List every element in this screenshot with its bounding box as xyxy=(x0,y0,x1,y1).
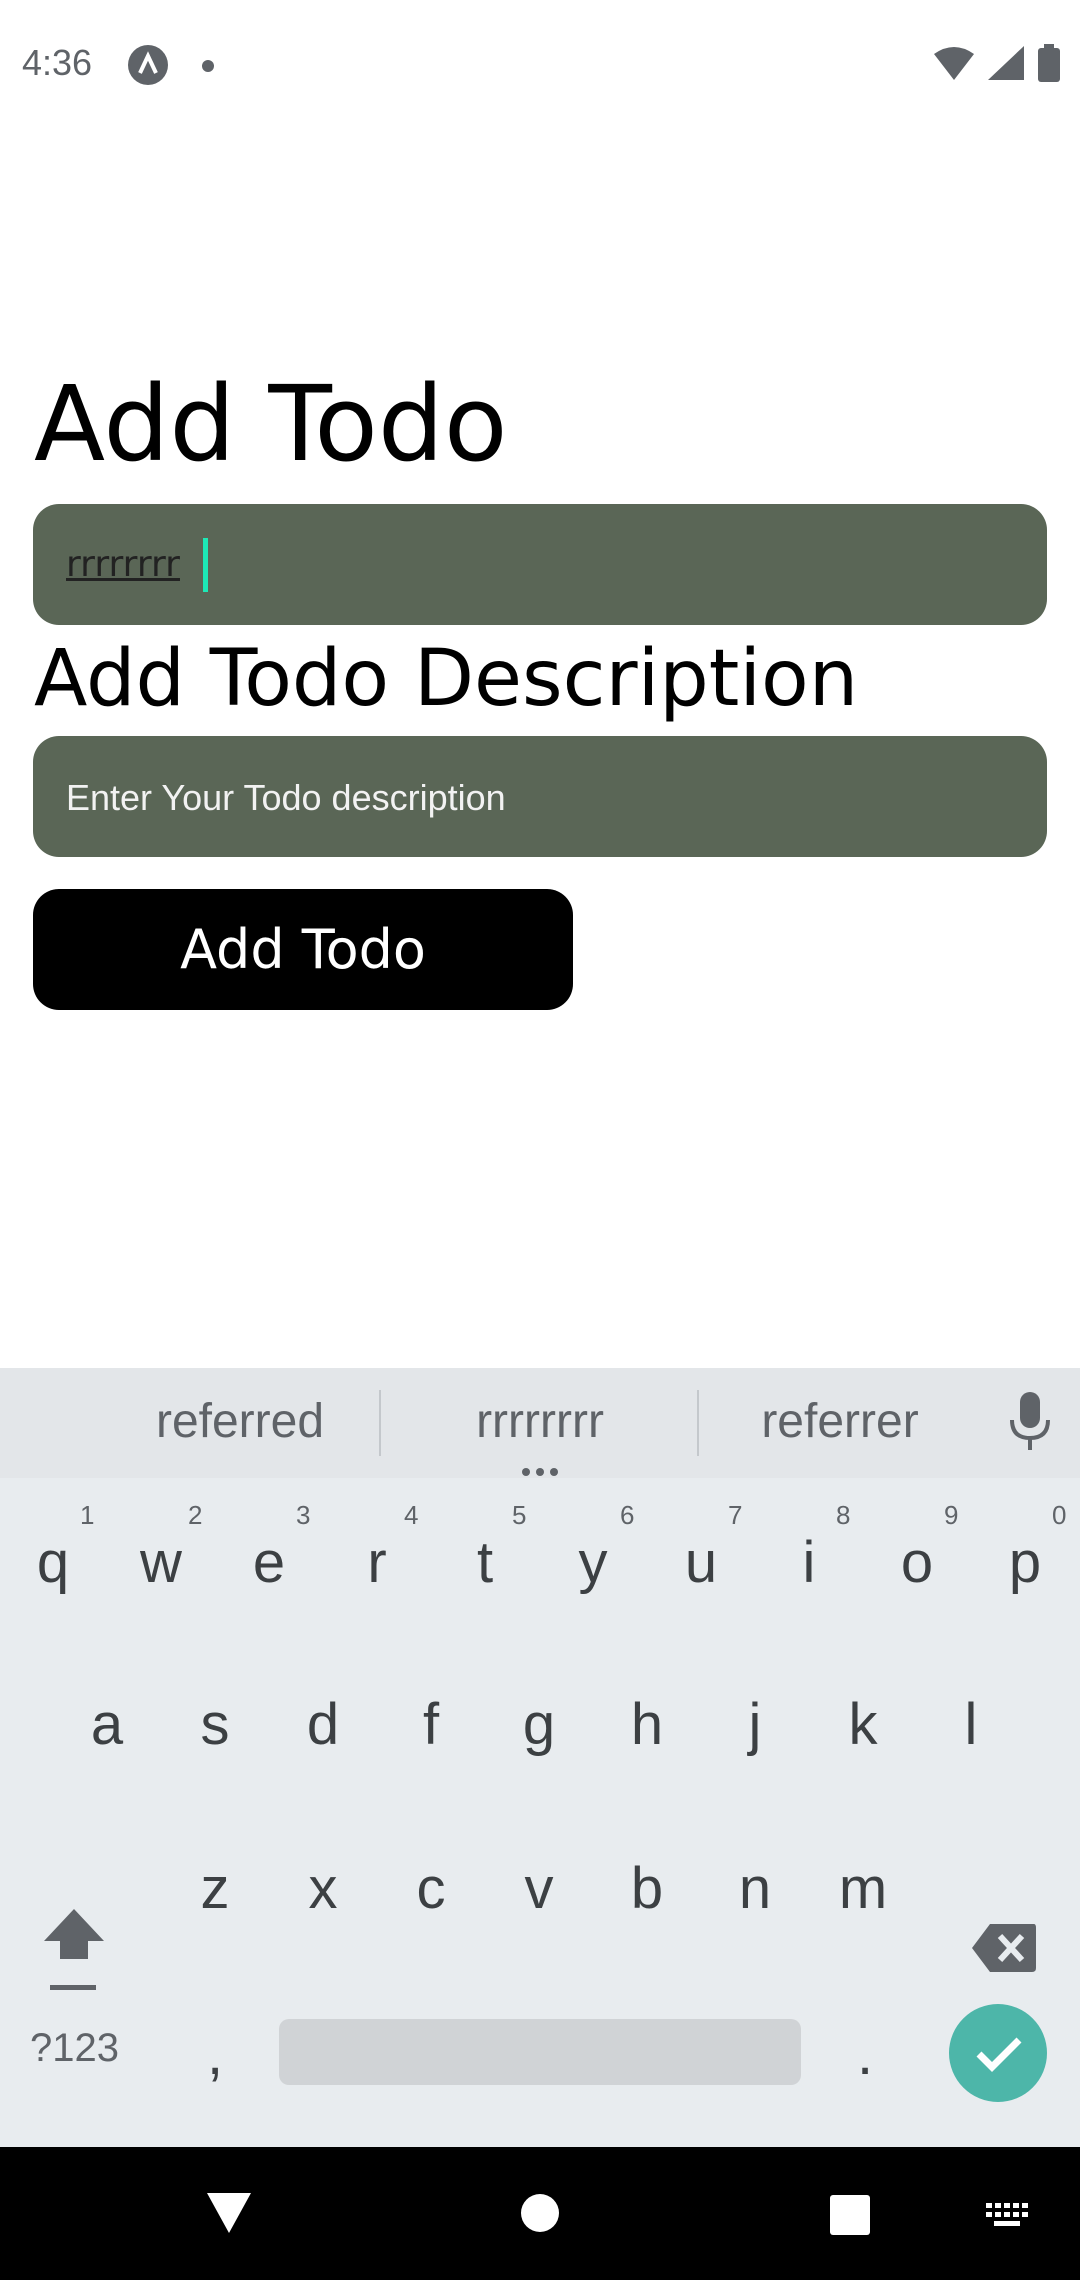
key-j[interactable]: j xyxy=(705,1664,805,1784)
enter-key[interactable] xyxy=(949,2004,1047,2102)
keyboard-switch-icon[interactable] xyxy=(986,2203,1028,2233)
key-hint-t: 5 xyxy=(512,1500,527,1530)
comma-key[interactable]: , xyxy=(165,1994,265,2114)
key-n[interactable]: n xyxy=(705,1828,805,1948)
key-k[interactable]: k xyxy=(813,1664,913,1784)
key-hint-q: 1 xyxy=(80,1500,95,1530)
todo-description-input[interactable]: Enter Your Todo description xyxy=(33,736,1047,857)
key-x[interactable]: x xyxy=(273,1828,373,1948)
key-h[interactable]: h xyxy=(597,1664,697,1784)
soft-keyboard: referred rrrrrrrr referrer ?123 , . q1w2… xyxy=(0,1368,1080,2147)
key-m[interactable]: m xyxy=(813,1828,913,1948)
description-label: Add Todo Description xyxy=(34,634,859,724)
key-hint-i: 8 xyxy=(836,1500,851,1530)
key-a[interactable]: a xyxy=(57,1664,157,1784)
key-g[interactable]: g xyxy=(489,1664,589,1784)
status-bar: 4:36 xyxy=(0,0,1080,135)
key-hint-y: 6 xyxy=(620,1500,635,1530)
space-key[interactable] xyxy=(279,2019,801,2085)
wifi-icon xyxy=(934,46,974,84)
shift-key[interactable] xyxy=(24,1888,124,2008)
back-icon[interactable] xyxy=(205,2191,253,2239)
period-key[interactable]: . xyxy=(815,1994,915,2114)
key-f[interactable]: f xyxy=(381,1664,481,1784)
key-c[interactable]: c xyxy=(381,1828,481,1948)
todo-description-placeholder: Enter Your Todo description xyxy=(66,777,506,818)
todo-title-value: rrrrrrrr xyxy=(66,544,180,585)
key-hint-r: 4 xyxy=(404,1500,419,1530)
key-d[interactable]: d xyxy=(273,1664,373,1784)
home-icon[interactable] xyxy=(520,2193,560,2237)
suggestion-bar: referred rrrrrrrr referrer xyxy=(0,1368,1080,1478)
status-icons xyxy=(934,44,1060,86)
cell-signal-icon xyxy=(988,46,1024,84)
todo-title-input[interactable]: rrrrrrrr xyxy=(33,504,1047,625)
navigation-bar xyxy=(0,2147,1080,2280)
symbols-key[interactable]: ?123 xyxy=(30,2026,119,2071)
battery-icon xyxy=(1038,44,1060,86)
status-time: 4:36 xyxy=(22,42,93,83)
recents-icon[interactable] xyxy=(830,2195,870,2239)
key-hint-p: 0 xyxy=(1052,1500,1067,1530)
key-l[interactable]: l xyxy=(921,1664,1021,1784)
text-caret xyxy=(203,538,208,592)
backspace-icon xyxy=(972,1924,1036,1972)
suggestion-divider xyxy=(379,1390,381,1456)
key-hint-w: 2 xyxy=(188,1500,203,1530)
checkmark-icon xyxy=(976,2037,1022,2072)
key-z[interactable]: z xyxy=(165,1828,265,1948)
suggestion-divider xyxy=(697,1390,699,1456)
app-notification-icon xyxy=(128,45,168,85)
key-s[interactable]: s xyxy=(165,1664,265,1784)
suggestion-left[interactable]: referred xyxy=(110,1394,370,1449)
more-suggestions-icon[interactable] xyxy=(522,1468,558,1476)
suggestion-right[interactable]: referrer xyxy=(720,1394,960,1449)
key-b[interactable]: b xyxy=(597,1828,697,1948)
page-title: Add Todo xyxy=(34,363,508,485)
microphone-icon[interactable] xyxy=(1006,1392,1054,1456)
notification-dot-icon xyxy=(202,60,214,72)
shift-icon xyxy=(44,1909,104,1990)
key-hint-e: 3 xyxy=(296,1500,311,1530)
key-hint-u: 7 xyxy=(728,1500,743,1530)
suggestion-center[interactable]: rrrrrrrr xyxy=(398,1394,682,1449)
key-v[interactable]: v xyxy=(489,1828,589,1948)
backspace-key[interactable] xyxy=(954,1888,1054,2008)
key-hint-o: 9 xyxy=(944,1500,959,1530)
add-todo-button[interactable]: Add Todo xyxy=(33,889,573,1010)
